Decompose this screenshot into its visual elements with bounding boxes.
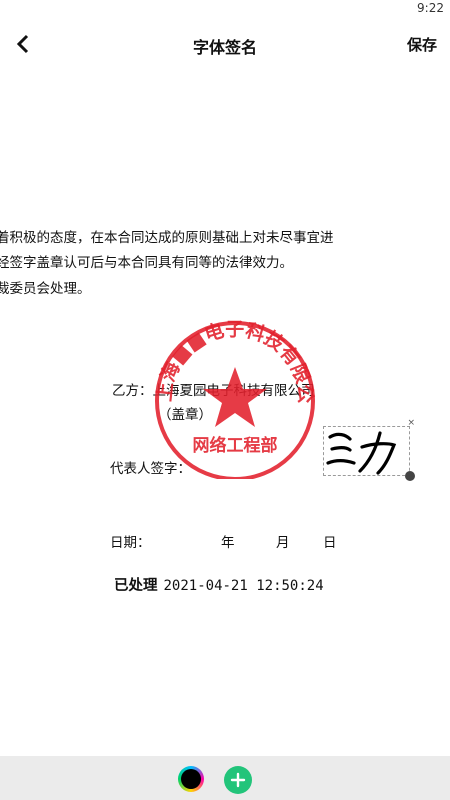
date-month-label: 月 — [276, 535, 290, 551]
signature-box[interactable]: × — [323, 418, 415, 481]
processed-label: 已处理 — [114, 578, 158, 594]
status-time: 9:22 — [417, 1, 444, 15]
document-line-1: 着积极的态度，在本合同达成的原则基础上对未尽事宜进 — [0, 230, 334, 246]
date-year-label: 年 — [221, 535, 235, 551]
nav-bar: 字体签名 保存 — [0, 22, 450, 66]
document-line-2: 经签字盖章认可后与本合同具有同等的法律效力。 — [0, 255, 293, 271]
date-day-label: 日 — [323, 535, 337, 551]
signature-resize-handle-icon[interactable] — [405, 471, 415, 481]
status-bar: 9:22 — [0, 0, 450, 18]
color-picker-icon[interactable] — [178, 766, 204, 792]
document-line-3: 裁委员会处理。 — [0, 281, 91, 297]
selected-color-swatch — [181, 769, 201, 789]
document-view: 着积极的态度，在本合同达成的原则基础上对未尽事宜进 经签字盖章认可后与本合同具有… — [0, 66, 450, 756]
handwritten-signature — [326, 431, 397, 475]
signature-close-icon[interactable]: × — [407, 418, 415, 428]
processed-status: 已处理 2021-04-21 12:50:24 — [114, 574, 324, 595]
svg-text:网络工程部: 网络工程部 — [193, 435, 278, 456]
add-signature-button[interactable] — [224, 766, 252, 794]
page-title: 字体签名 — [192, 38, 257, 57]
processed-timestamp: 2021-04-21 12:50:24 — [163, 578, 324, 594]
date-label: 日期： — [110, 535, 151, 551]
save-button[interactable]: 保存 — [407, 34, 437, 55]
plus-icon — [230, 772, 246, 788]
bottom-toolbar — [0, 756, 450, 800]
company-seal-stamp[interactable]: 上海■■电子科技有限公司 网络工程部 — [150, 319, 320, 479]
